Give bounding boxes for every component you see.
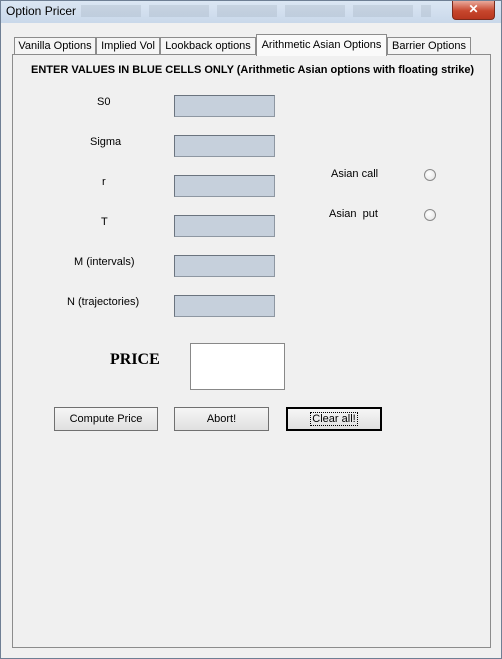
window-title: Option Pricer (6, 4, 77, 18)
sigma-input[interactable] (174, 135, 275, 157)
background-window-ghost (81, 5, 431, 17)
m-intervals-input[interactable] (174, 255, 275, 277)
tab-barrier-options[interactable]: Barrier Options (387, 37, 471, 55)
price-output (190, 343, 285, 390)
n-trajectories-label: N (trajectories) (67, 296, 140, 308)
tab-arithmetic-asian-options[interactable]: Arithmetic Asian Options (256, 34, 387, 56)
tab-vanilla-options[interactable]: Vanilla Options (14, 37, 96, 55)
r-label: r (102, 176, 106, 188)
r-input[interactable] (174, 175, 275, 197)
compute-price-label: Compute Price (69, 413, 143, 425)
asian-call-radio[interactable] (424, 169, 436, 181)
t-label: T (101, 216, 108, 228)
tab-lookback-options[interactable]: Lookback options (160, 37, 256, 55)
price-label: PRICE (110, 351, 160, 368)
t-input[interactable] (174, 215, 275, 237)
m-intervals-label: M (intervals) (74, 256, 135, 268)
compute-price-button[interactable]: Compute Price (54, 407, 158, 431)
close-button[interactable]: ✕ (452, 1, 495, 20)
clear-all-button[interactable]: Clear all! (286, 407, 382, 431)
title-bar: Option Pricer ✕ (1, 1, 501, 23)
n-trajectories-input[interactable] (174, 295, 275, 317)
asian-put-label: Asian put (329, 208, 378, 220)
clear-all-label: Clear all! (310, 412, 358, 426)
sigma-label: Sigma (90, 136, 122, 148)
s0-label: S0 (97, 96, 111, 108)
s0-input[interactable] (174, 95, 275, 117)
instructions-label: ENTER VALUES IN BLUE CELLS ONLY (Arithme… (31, 64, 475, 76)
tab-implied-vol[interactable]: Implied Vol (96, 37, 160, 55)
asian-put-radio[interactable] (424, 209, 436, 221)
abort-button[interactable]: Abort! (174, 407, 269, 431)
abort-label: Abort! (206, 413, 237, 425)
close-icon: ✕ (468, 2, 479, 16)
asian-call-label: Asian call (331, 168, 379, 180)
option-pricer-window: Option Pricer ✕ Vanilla Options Implied … (0, 0, 502, 659)
